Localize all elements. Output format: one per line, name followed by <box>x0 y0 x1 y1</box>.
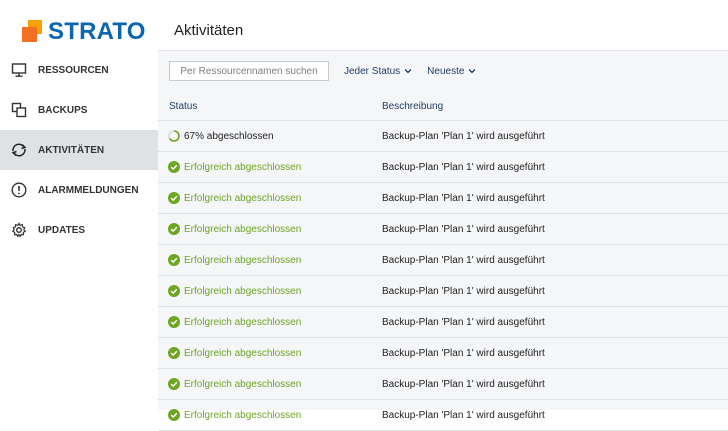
table-row[interactable]: Erfolgreich abgeschlossen Backup-Plan 'Pl… <box>158 400 728 431</box>
sidebar-item-label: ALARMMELDUNGEN <box>38 184 139 196</box>
table-row[interactable]: Erfolgreich abgeschlossen Backup-Plan 'Pl… <box>158 245 728 276</box>
status-cell: Erfolgreich abgeschlossen <box>168 245 301 275</box>
description-cell: Backup-Plan 'Plan 1' wird ausgeführt <box>382 192 545 204</box>
copy-icon <box>10 101 28 119</box>
description-cell: Backup-Plan 'Plan 1' wird ausgeführt <box>382 316 545 328</box>
page-title: Aktivitäten <box>174 22 244 39</box>
activities-table: Status Beschreibung 67% abgeschlossen Bac… <box>158 92 728 431</box>
status-cell: Erfolgreich abgeschlossen <box>168 369 301 399</box>
status-filter-label: Jeder Status <box>344 65 401 77</box>
check-circle-icon <box>168 378 180 390</box>
status-text: 67% abgeschlossen <box>184 130 274 142</box>
status-text: Erfolgreich abgeschlossen <box>184 254 302 266</box>
status-cell: Erfolgreich abgeschlossen <box>168 183 301 213</box>
status-filter-dropdown[interactable]: Jeder Status <box>344 66 412 77</box>
description-cell: Backup-Plan 'Plan 1' wird ausgeführt <box>382 130 545 142</box>
sidebar: STRATO RESSOURCEN BACKUPS AKTIVITÄTEN AL… <box>0 0 158 410</box>
description-cell: Backup-Plan 'Plan 1' wird ausgeführt <box>382 409 545 421</box>
chevron-down-icon <box>404 66 412 77</box>
search-input[interactable] <box>169 61 329 81</box>
table-row[interactable]: Erfolgreich abgeschlossen Backup-Plan 'Pl… <box>158 214 728 245</box>
sort-label: Neueste <box>427 65 465 77</box>
logo-text: STRATO <box>48 18 146 45</box>
table-row[interactable]: Erfolgreich abgeschlossen Backup-Plan 'Pl… <box>158 307 728 338</box>
sidebar-item-label: UPDATES <box>38 224 86 236</box>
column-header-status[interactable]: Status <box>169 101 197 112</box>
description-cell: Backup-Plan 'Plan 1' wird ausgeführt <box>382 378 545 390</box>
status-text: Erfolgreich abgeschlossen <box>184 409 302 421</box>
check-circle-icon <box>168 192 180 204</box>
table-row[interactable]: Erfolgreich abgeschlossen Backup-Plan 'Pl… <box>158 276 728 307</box>
status-text: Erfolgreich abgeschlossen <box>184 316 302 328</box>
main-content: Aktivitäten Jeder Status Neueste Status … <box>158 0 728 431</box>
table-row[interactable]: 67% abgeschlossen Backup-Plan 'Plan 1' wi… <box>158 121 728 152</box>
strato-logo[interactable]: STRATO <box>22 17 146 47</box>
status-cell: 67% abgeschlossen <box>168 121 274 151</box>
status-cell: Erfolgreich abgeschlossen <box>168 214 301 244</box>
check-circle-icon <box>168 285 180 297</box>
sidebar-item-backups[interactable]: BACKUPS <box>0 90 158 130</box>
table-row[interactable]: Erfolgreich abgeschlossen Backup-Plan 'Pl… <box>158 338 728 369</box>
progress-ring-icon <box>168 130 180 142</box>
sidebar-item-label: BACKUPS <box>38 104 88 116</box>
filter-bar: Jeder Status Neueste <box>169 61 476 81</box>
status-cell: Erfolgreich abgeschlossen <box>168 276 301 306</box>
sidebar-item-label: RESSOURCEN <box>38 64 109 76</box>
check-circle-icon <box>168 409 180 421</box>
sidebar-nav: RESSOURCEN BACKUPS AKTIVITÄTEN ALARMMELD… <box>0 50 158 250</box>
table-header: Status Beschreibung <box>158 92 728 121</box>
description-cell: Backup-Plan 'Plan 1' wird ausgeführt <box>382 161 545 173</box>
description-cell: Backup-Plan 'Plan 1' wird ausgeführt <box>382 347 545 359</box>
sidebar-item-updates[interactable]: UPDATES <box>0 210 158 250</box>
chevron-down-icon <box>468 66 476 77</box>
gear-icon <box>10 221 28 239</box>
status-text: Erfolgreich abgeschlossen <box>184 192 302 204</box>
monitor-icon <box>10 61 28 79</box>
status-cell: Erfolgreich abgeschlossen <box>168 338 301 368</box>
table-body: 67% abgeschlossen Backup-Plan 'Plan 1' wi… <box>158 121 728 431</box>
sidebar-item-alarmmeldungen[interactable]: ALARMMELDUNGEN <box>0 170 158 210</box>
sidebar-item-aktivitaeten[interactable]: AKTIVITÄTEN <box>0 130 158 170</box>
status-cell: Erfolgreich abgeschlossen <box>168 400 301 430</box>
status-text: Erfolgreich abgeschlossen <box>184 161 302 173</box>
alert-icon <box>10 181 28 199</box>
status-text: Erfolgreich abgeschlossen <box>184 378 302 390</box>
check-circle-icon <box>168 161 180 173</box>
check-circle-icon <box>168 223 180 235</box>
sidebar-item-ressourcen[interactable]: RESSOURCEN <box>0 50 158 90</box>
status-text: Erfolgreich abgeschlossen <box>184 223 302 235</box>
status-cell: Erfolgreich abgeschlossen <box>168 307 301 337</box>
status-cell: Erfolgreich abgeschlossen <box>168 152 301 182</box>
sidebar-item-label: AKTIVITÄTEN <box>38 144 105 156</box>
check-circle-icon <box>168 254 180 266</box>
check-circle-icon <box>168 347 180 359</box>
check-circle-icon <box>168 316 180 328</box>
description-cell: Backup-Plan 'Plan 1' wird ausgeführt <box>382 254 545 266</box>
column-header-description[interactable]: Beschreibung <box>382 101 443 112</box>
description-cell: Backup-Plan 'Plan 1' wird ausgeführt <box>382 223 545 235</box>
table-row[interactable]: Erfolgreich abgeschlossen Backup-Plan 'Pl… <box>158 152 728 183</box>
logo-mark-icon <box>22 20 44 44</box>
table-row[interactable]: Erfolgreich abgeschlossen Backup-Plan 'Pl… <box>158 183 728 214</box>
table-row[interactable]: Erfolgreich abgeschlossen Backup-Plan 'Pl… <box>158 369 728 400</box>
header-bar: Aktivitäten <box>158 0 728 51</box>
status-text: Erfolgreich abgeschlossen <box>184 347 302 359</box>
status-text: Erfolgreich abgeschlossen <box>184 285 302 297</box>
sort-dropdown[interactable]: Neueste <box>427 66 476 77</box>
description-cell: Backup-Plan 'Plan 1' wird ausgeführt <box>382 285 545 297</box>
sync-icon <box>10 141 28 159</box>
